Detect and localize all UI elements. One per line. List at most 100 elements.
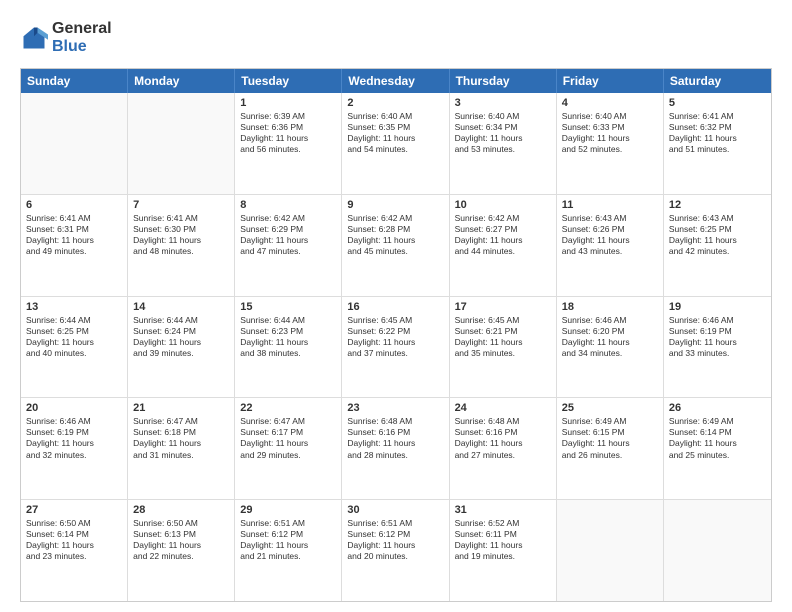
calendar-cell: 25Sunrise: 6:49 AMSunset: 6:15 PMDayligh… [557, 398, 664, 499]
day-number: 7 [133, 199, 229, 211]
cell-info-line: Daylight: 11 hours [133, 337, 229, 348]
day-number: 14 [133, 301, 229, 313]
calendar-row: 1Sunrise: 6:39 AMSunset: 6:36 PMDaylight… [21, 93, 771, 195]
header: General Blue [20, 20, 772, 56]
calendar-cell: 17Sunrise: 6:45 AMSunset: 6:21 PMDayligh… [450, 297, 557, 398]
day-number: 24 [455, 402, 551, 414]
calendar-cell [664, 500, 771, 601]
calendar-cell: 2Sunrise: 6:40 AMSunset: 6:35 PMDaylight… [342, 93, 449, 194]
cell-info-line: and 20 minutes. [347, 551, 443, 562]
cell-info-line: Sunset: 6:23 PM [240, 326, 336, 337]
calendar-header-cell: Tuesday [235, 69, 342, 93]
day-number: 29 [240, 504, 336, 516]
calendar-cell: 11 Sunrise: 6:43 AMSunset: 6:26 PMDayligh… [557, 195, 664, 296]
day-number: 30 [347, 504, 443, 516]
cell-info-line: Sunrise: 6:50 AM [133, 518, 229, 529]
cell-info-line: and 27 minutes. [455, 450, 551, 461]
day-number: 27 [26, 504, 122, 516]
cell-info-line: Sunset: 6:16 PM [455, 427, 551, 438]
cell-info-line: Sunrise: 6:52 AM [455, 518, 551, 529]
cell-info-line: Sunrise: 6:49 AM [562, 416, 658, 427]
cell-info-line: Daylight: 11 hours [240, 438, 336, 449]
cell-info-line: and 54 minutes. [347, 144, 443, 155]
cell-info-line: Sunset: 6:26 PM [562, 224, 658, 235]
cell-info-line: Sunrise: 6:42 AM [455, 213, 551, 224]
cell-info-line: and 56 minutes. [240, 144, 336, 155]
day-number: 18 [562, 301, 658, 313]
logo-icon [20, 24, 48, 52]
cell-info-line: Sunrise: 6:51 AM [347, 518, 443, 529]
cell-info-line: Daylight: 11 hours [562, 235, 658, 246]
cell-info-line: and 21 minutes. [240, 551, 336, 562]
cell-info-line: and 44 minutes. [455, 246, 551, 257]
calendar-cell: 20Sunrise: 6:46 AMSunset: 6:19 PMDayligh… [21, 398, 128, 499]
calendar-header-cell: Thursday [450, 69, 557, 93]
day-number: 6 [26, 199, 122, 211]
cell-info-line: Sunrise: 6:46 AM [26, 416, 122, 427]
calendar-cell: 26Sunrise: 6:49 AMSunset: 6:14 PMDayligh… [664, 398, 771, 499]
cell-info-line: Sunset: 6:20 PM [562, 326, 658, 337]
cell-info-line: Sunset: 6:27 PM [455, 224, 551, 235]
calendar-row: 27Sunrise: 6:50 AMSunset: 6:14 PMDayligh… [21, 500, 771, 601]
cell-info-line: and 23 minutes. [26, 551, 122, 562]
cell-info-line: and 26 minutes. [562, 450, 658, 461]
calendar-cell: 5Sunrise: 6:41 AMSunset: 6:32 PMDaylight… [664, 93, 771, 194]
cell-info-line: Sunset: 6:18 PM [133, 427, 229, 438]
cell-info-line: Daylight: 11 hours [669, 133, 766, 144]
day-number: 4 [562, 97, 658, 109]
cell-info-line: and 33 minutes. [669, 348, 766, 359]
calendar-header-cell: Sunday [21, 69, 128, 93]
day-number: 11 [562, 199, 658, 211]
cell-info-line: Sunset: 6:22 PM [347, 326, 443, 337]
cell-info-line: Daylight: 11 hours [562, 133, 658, 144]
cell-info-line: Sunrise: 6:40 AM [455, 111, 551, 122]
cell-info-line: Sunset: 6:12 PM [347, 529, 443, 540]
cell-info-line: Sunset: 6:17 PM [240, 427, 336, 438]
cell-info-line: Sunset: 6:33 PM [562, 122, 658, 133]
cell-info-line: and 43 minutes. [562, 246, 658, 257]
calendar-cell: 24Sunrise: 6:48 AMSunset: 6:16 PMDayligh… [450, 398, 557, 499]
cell-info-line: Daylight: 11 hours [455, 133, 551, 144]
day-number: 19 [669, 301, 766, 313]
day-number: 23 [347, 402, 443, 414]
cell-info-line: Daylight: 11 hours [669, 438, 766, 449]
calendar-body: 1Sunrise: 6:39 AMSunset: 6:36 PMDaylight… [21, 93, 771, 601]
logo: General Blue [20, 20, 112, 56]
cell-info-line: Daylight: 11 hours [347, 133, 443, 144]
cell-info-line: Sunrise: 6:42 AM [347, 213, 443, 224]
cell-info-line: Sunset: 6:11 PM [455, 529, 551, 540]
cell-info-line: Daylight: 11 hours [240, 133, 336, 144]
cell-info-line: Sunrise: 6:39 AM [240, 111, 336, 122]
calendar-cell: 19Sunrise: 6:46 AMSunset: 6:19 PMDayligh… [664, 297, 771, 398]
cell-info-line: Daylight: 11 hours [26, 540, 122, 551]
cell-info-line: and 45 minutes. [347, 246, 443, 257]
cell-info-line: Daylight: 11 hours [669, 337, 766, 348]
day-number: 8 [240, 199, 336, 211]
cell-info-line: Sunset: 6:13 PM [133, 529, 229, 540]
cell-info-line: and 51 minutes. [669, 144, 766, 155]
cell-info-line: and 31 minutes. [133, 450, 229, 461]
calendar-header-row: SundayMondayTuesdayWednesdayThursdayFrid… [21, 69, 771, 93]
calendar-row: 6Sunrise: 6:41 AMSunset: 6:31 PMDaylight… [21, 195, 771, 297]
cell-info-line: and 42 minutes. [669, 246, 766, 257]
cell-info-line: Sunset: 6:19 PM [669, 326, 766, 337]
calendar-row: 20Sunrise: 6:46 AMSunset: 6:19 PMDayligh… [21, 398, 771, 500]
cell-info-line: Sunset: 6:34 PM [455, 122, 551, 133]
cell-info-line: Sunrise: 6:43 AM [669, 213, 766, 224]
cell-info-line: and 29 minutes. [240, 450, 336, 461]
day-number: 15 [240, 301, 336, 313]
cell-info-line: Sunrise: 6:41 AM [669, 111, 766, 122]
cell-info-line: and 22 minutes. [133, 551, 229, 562]
cell-info-line: Sunrise: 6:51 AM [240, 518, 336, 529]
day-number: 20 [26, 402, 122, 414]
cell-info-line: and 38 minutes. [240, 348, 336, 359]
calendar-cell: 3Sunrise: 6:40 AMSunset: 6:34 PMDaylight… [450, 93, 557, 194]
calendar-cell: 27Sunrise: 6:50 AMSunset: 6:14 PMDayligh… [21, 500, 128, 601]
calendar-cell: 13Sunrise: 6:44 AMSunset: 6:25 PMDayligh… [21, 297, 128, 398]
cell-info-line: Sunrise: 6:43 AM [562, 213, 658, 224]
cell-info-line: Sunset: 6:29 PM [240, 224, 336, 235]
cell-info-line: and 28 minutes. [347, 450, 443, 461]
page: General Blue SundayMondayTuesdayWednesda… [0, 0, 792, 612]
cell-info-line: Sunset: 6:31 PM [26, 224, 122, 235]
cell-info-line: and 48 minutes. [133, 246, 229, 257]
